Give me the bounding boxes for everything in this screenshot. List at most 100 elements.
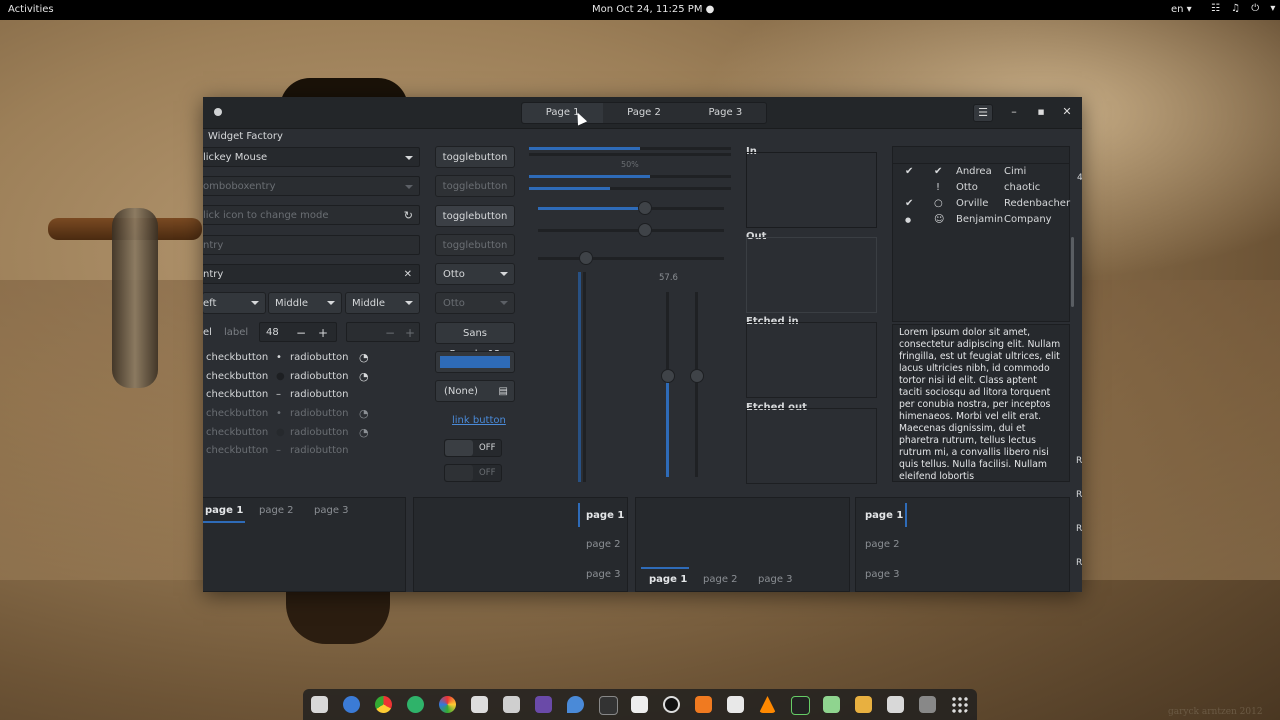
web-icon[interactable] <box>407 696 424 713</box>
maximize-button[interactable]: ■ <box>1032 104 1050 120</box>
refresh-icon[interactable]: ↻ <box>404 206 413 226</box>
close-button[interactable]: ✕ <box>1058 104 1076 120</box>
stack-page-2[interactable]: Page 2 <box>603 103 684 123</box>
obs-icon[interactable] <box>663 696 680 713</box>
combo-middle-2[interactable]: Middle <box>345 292 420 314</box>
notebook-tab-page-1[interactable]: page 1 <box>205 505 243 516</box>
activities-button[interactable]: Activities <box>8 4 54 15</box>
checkbutton-6: checkbutton <box>206 443 268 459</box>
wallpaper-pipe <box>112 208 158 388</box>
radiobutton-1[interactable]: • radiobutton <box>276 350 348 366</box>
chevron-down-icon <box>405 301 413 305</box>
hscale-knob-1[interactable] <box>638 201 653 215</box>
drop-icon[interactable] <box>567 696 584 713</box>
notebook-tab-page-1[interactable]: page 1 <box>865 510 903 521</box>
hscale-knob-3[interactable] <box>578 251 593 265</box>
frame-in <box>746 152 877 228</box>
switch-1[interactable]: OFF <box>444 439 502 457</box>
checkbutton-3[interactable]: checkbutton <box>206 387 268 403</box>
color-button[interactable] <box>435 351 515 373</box>
stack-page-3[interactable]: Page 3 <box>685 103 766 123</box>
comboboxentry[interactable]: omboboxentry <box>203 176 420 196</box>
entry-dim[interactable]: ntry <box>203 235 420 255</box>
notebook-tab-page-2[interactable]: page 2 <box>586 539 621 550</box>
combo-middle-1[interactable]: Middle <box>268 292 342 314</box>
tree-check-icon[interactable]: ● <box>905 212 911 228</box>
combobox-mickey[interactable]: lickey Mouse <box>203 147 420 167</box>
notebook-tab-page-3[interactable]: page 3 <box>865 569 900 580</box>
file-chooser-text: (None) <box>444 386 478 397</box>
tree-check-icon[interactable]: ✔ <box>905 196 913 212</box>
language-indicator[interactable]: en ▾ <box>1171 4 1192 15</box>
app-menu-icon[interactable] <box>214 108 222 116</box>
minimize-button[interactable]: – <box>1005 104 1023 120</box>
chrome-icon[interactable] <box>375 696 392 713</box>
checkbutton-2[interactable]: checkbutton <box>206 369 268 385</box>
system-menu[interactable]: ☷ ♫ ⏻ ▾ <box>1211 3 1279 14</box>
combo-otto[interactable]: Otto <box>435 263 515 285</box>
monitor-icon[interactable] <box>599 696 618 715</box>
puzzle-icon[interactable] <box>855 696 872 713</box>
notebook-tab-page-3[interactable]: page 3 <box>314 505 349 516</box>
notebook-tab-page-2[interactable]: page 2 <box>703 574 738 585</box>
progress-fill-3 <box>529 175 651 178</box>
rss-icon[interactable] <box>695 696 712 713</box>
screenshot-icon[interactable] <box>919 696 936 713</box>
vlc-icon[interactable] <box>759 696 776 713</box>
spin-plus-button[interactable]: + <box>318 323 328 343</box>
disks-icon[interactable] <box>503 696 520 713</box>
system-monitor-icon[interactable] <box>791 696 810 715</box>
vprogress-track-1 <box>578 272 581 482</box>
text-view[interactable]: Lorem ipsum dolor sit amet, consectetur … <box>892 324 1070 482</box>
spinbutton[interactable]: 48 − + <box>259 322 337 342</box>
mode-entry-text: lick icon to change mode <box>203 210 329 221</box>
clear-icon[interactable]: ✕ <box>404 265 412 285</box>
radio-empty-icon: ● <box>276 427 285 438</box>
link-button[interactable]: link button <box>452 415 506 426</box>
vscale-knob-1[interactable] <box>661 369 675 384</box>
calculator-icon[interactable] <box>631 696 648 713</box>
stack-page-1[interactable]: Page 1 <box>522 103 604 123</box>
radiobutton-3[interactable]: – radiobutton <box>276 387 348 403</box>
clipboard-icon[interactable] <box>887 696 904 713</box>
notebook-tab-page-2[interactable]: page 2 <box>259 505 294 516</box>
terminal-icon[interactable] <box>471 696 488 713</box>
vs-icon[interactable] <box>535 696 552 713</box>
chat-icon[interactable] <box>823 696 840 713</box>
chromium-icon[interactable] <box>343 696 360 713</box>
vscale-track-1[interactable] <box>666 292 669 477</box>
spin-minus-button[interactable]: − <box>296 323 306 343</box>
togglebutton-1[interactable]: togglebutton <box>435 146 515 168</box>
tree-row[interactable]: ! Otto chaotic <box>893 180 1069 196</box>
notebook-tab-page-3[interactable]: page 3 <box>758 574 793 585</box>
tree-row[interactable]: ✔ ○ Orville Redenbacher <box>893 196 1070 212</box>
clock[interactable]: Mon Oct 24, 11:25 PM ● <box>592 4 714 15</box>
tree-check-icon[interactable]: ✔ <box>905 164 913 180</box>
scrollbar[interactable] <box>1071 237 1074 307</box>
color-picker-icon[interactable] <box>439 696 456 713</box>
mode-entry[interactable]: lick icon to change mode ↻ <box>203 205 420 225</box>
checkbutton-1[interactable]: checkbutton <box>206 350 268 366</box>
tree-row[interactable]: ● ☺ Benjamin Company <box>893 212 1069 228</box>
entry-clearable[interactable]: ntry ✕ <box>203 264 420 284</box>
radiobutton-2[interactable]: ● radiobutton <box>276 369 348 385</box>
hamburger-menu-button[interactable]: ☰ <box>973 104 993 122</box>
tree-row[interactable]: ✔ ✔ Andrea Cimi <box>893 164 1069 180</box>
app-grid-icon[interactable] <box>951 696 968 713</box>
togglebutton-3[interactable]: togglebutton <box>435 205 515 227</box>
notebook-tab-page-1[interactable]: page 1 <box>649 574 687 585</box>
tree-header[interactable] <box>893 147 1069 164</box>
hscale-track-3[interactable] <box>538 257 724 260</box>
combo-left[interactable]: eft <box>203 292 266 314</box>
chevron-down-icon <box>251 301 259 305</box>
files-icon[interactable] <box>311 696 328 713</box>
font-button[interactable]: Sans Regular12 <box>435 322 515 360</box>
notebook-tab-page-3[interactable]: page 3 <box>586 569 621 580</box>
hscale-track-1[interactable] <box>538 207 724 210</box>
file-chooser-button[interactable]: (None) ▤ <box>435 380 515 402</box>
notes-icon[interactable] <box>727 696 744 713</box>
folder-icon: ▤ <box>498 386 508 397</box>
notebook-tab-page-2[interactable]: page 2 <box>865 539 900 550</box>
checkbutton-label: checkbutton <box>206 445 269 456</box>
notebook-tab-page-1[interactable]: page 1 <box>586 510 624 521</box>
